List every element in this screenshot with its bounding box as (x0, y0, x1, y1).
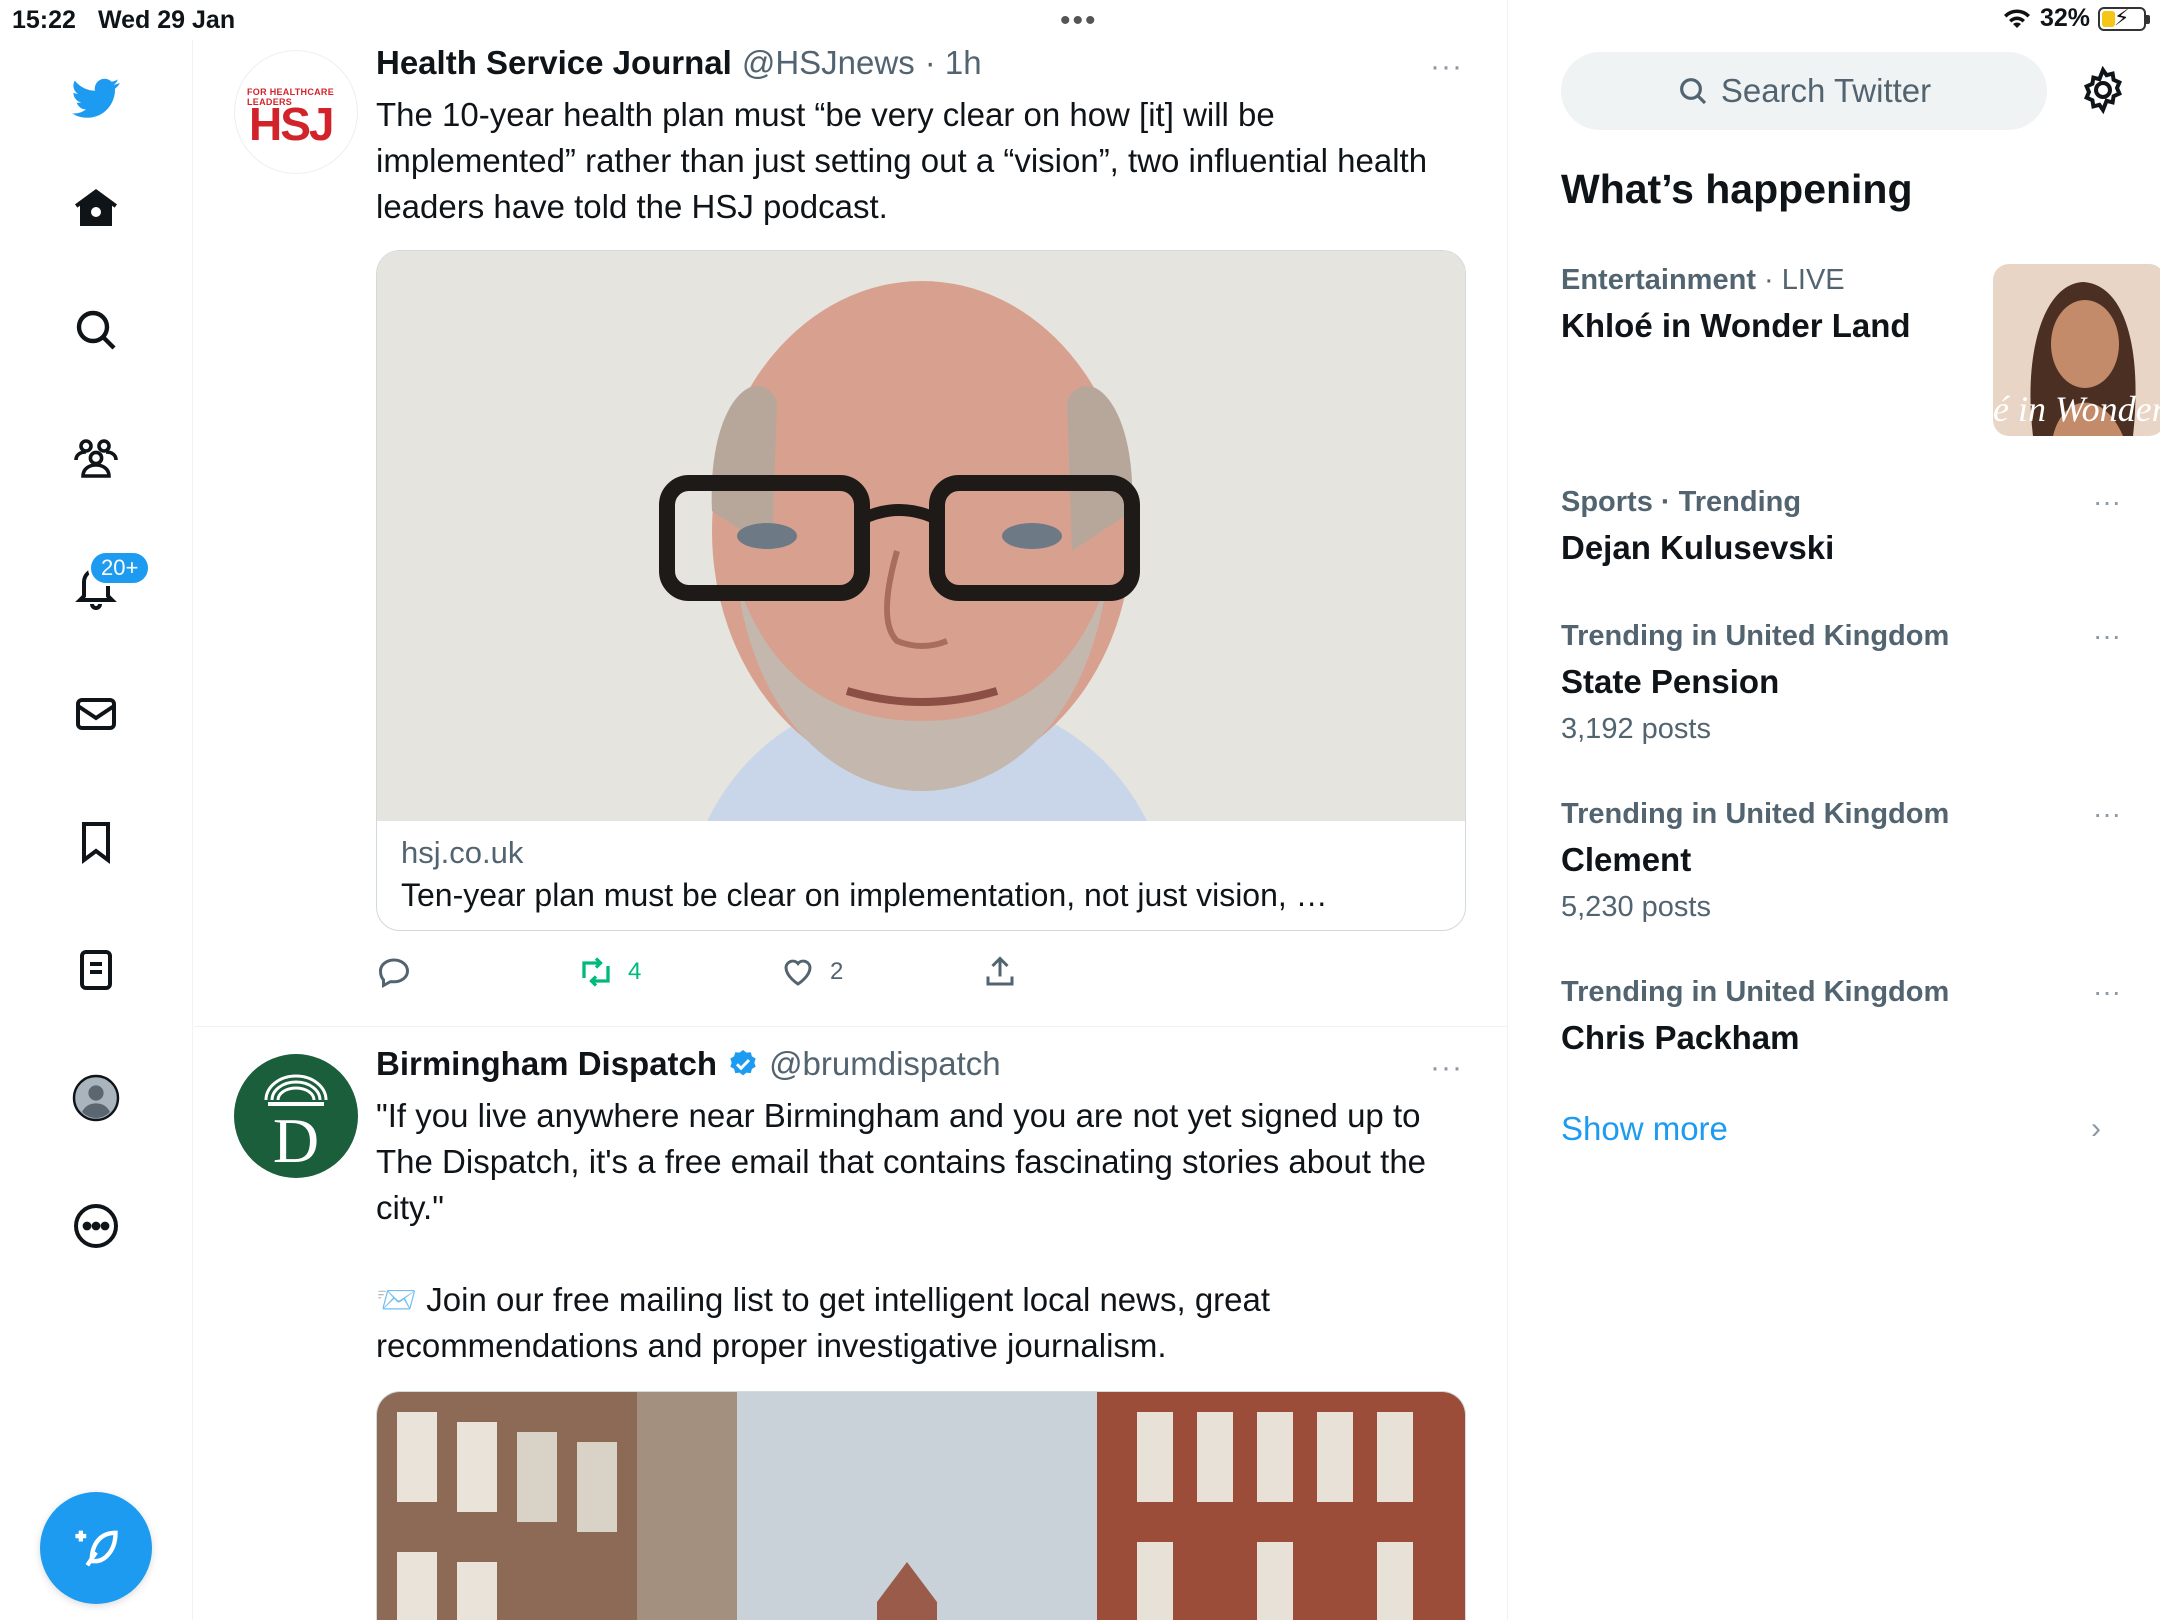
trend-more-button[interactable]: ··· (2093, 486, 2121, 518)
lists-icon[interactable] (64, 938, 128, 1002)
trend-context: Trending in United Kingdom (1561, 976, 1950, 1008)
right-sidebar: Search Twitter What’s happening Entertai… (1509, 0, 2160, 1620)
tweet-actions: 4 2 (376, 954, 1466, 998)
tweet-photo[interactable] (376, 1391, 1466, 1620)
explore-search-icon[interactable] (64, 298, 128, 362)
search-twitter-input[interactable]: Search Twitter (1561, 52, 2047, 130)
trend-post-count: 5,230 posts (1561, 891, 1711, 923)
author-handle[interactable]: @brumdispatch (769, 1045, 1001, 1083)
share-upload-icon (986, 956, 1014, 986)
trend-item[interactable]: Trending in United Kingdom State Pension… (1561, 620, 2121, 746)
trend-more-button[interactable]: ··· (2093, 620, 2121, 652)
show-more-link[interactable]: Show more (1561, 1110, 1728, 1148)
tweet-more-button[interactable]: ··· (1430, 50, 1463, 84)
tweet-time[interactable]: · 1h (925, 44, 982, 82)
trend-item[interactable]: Trending in United Kingdom Clement 5,230… (1561, 798, 2121, 924)
tweet-text-quote: "If you live anywhere near Birmingham an… (376, 1097, 1427, 1226)
trend-name: Clement (1561, 841, 1692, 878)
retweet-button[interactable]: 4 (578, 954, 641, 990)
street-photo (377, 1392, 1465, 1620)
verified-badge-icon (730, 1050, 756, 1076)
trend-post-count: 3,192 posts (1561, 713, 1711, 745)
trend-more-button[interactable]: ··· (2093, 798, 2121, 830)
like-button[interactable]: 2 (780, 954, 843, 990)
tweet[interactable]: D Birmingham Dispatch @brumdispatch ··· … (194, 1027, 1507, 1620)
trend-category: Entertainment (1561, 264, 1756, 296)
trend-context: Trending in United Kingdom (1561, 620, 1950, 652)
bookmarks-icon[interactable] (64, 810, 128, 874)
trend-context: Trending in United Kingdom (1561, 798, 1950, 830)
author-name[interactable]: Health Service Journal (376, 44, 732, 82)
link-card-title: Ten-year plan must be clear on implement… (401, 877, 1328, 913)
author-handle[interactable]: @HSJnews (742, 44, 915, 82)
twitter-logo-icon[interactable] (64, 66, 128, 130)
tweet-header: Health Service Journal @HSJnews · 1h (376, 44, 982, 82)
status-time: 15:22 (12, 6, 76, 34)
settings-gear-icon[interactable] (2079, 66, 2127, 114)
trend-item[interactable]: Entertainment · LIVE Khloé in Wonder Lan… (1561, 264, 2160, 440)
birmingham-dispatch-avatar[interactable]: D (234, 1054, 358, 1178)
author-name[interactable]: Birmingham Dispatch (376, 1045, 717, 1083)
trend-context: Sports · Trending (1561, 486, 1802, 518)
trend-name: Dejan Kulusevski (1561, 529, 1835, 566)
messages-envelope-icon[interactable] (64, 682, 128, 746)
share-button[interactable] (982, 954, 1018, 990)
retweet-count: 4 (628, 958, 642, 985)
home-icon[interactable] (64, 176, 128, 240)
like-count: 2 (830, 958, 844, 985)
compose-tweet-button[interactable] (40, 1492, 152, 1604)
chevron-right-icon: › (2091, 1112, 2101, 1145)
link-card-meta: hsj.co.uk Ten-year plan must be clear on… (377, 821, 1465, 930)
tweet-text: The 10-year health plan must “be very cl… (376, 96, 1428, 225)
trend-name: Chris Packham (1561, 1019, 1800, 1056)
trend-item[interactable]: Sports · Trending Dejan Kulusevski ··· (1561, 486, 2121, 567)
trend-name: State Pension (1561, 663, 1780, 700)
reply-bubble-icon (378, 958, 410, 989)
link-card[interactable]: hsj.co.uk Ten-year plan must be clear on… (376, 250, 1466, 931)
link-card-domain: hsj.co.uk (401, 835, 524, 870)
heart-icon (784, 959, 812, 986)
profile-avatar-icon[interactable] (64, 1066, 128, 1130)
left-navigation: 20+ (0, 40, 193, 1620)
communities-icon[interactable] (64, 426, 128, 490)
reply-button[interactable] (376, 954, 412, 990)
trend-live-label: · LIVE (1764, 264, 1845, 296)
more-options-icon[interactable] (64, 1194, 128, 1258)
dispatch-logo-letter: D (272, 1105, 320, 1176)
tweet-text-cta: 📨 Join our free mailing list to get inte… (376, 1281, 1271, 1364)
whats-happening-title: What’s happening (1561, 166, 1913, 212)
trend-more-button[interactable]: ··· (2093, 976, 2121, 1008)
search-icon (1679, 78, 1706, 105)
notifications-badge: 20+ (88, 550, 152, 586)
search-placeholder: Search Twitter (1720, 72, 1932, 109)
trend-thumbnail: é in Wonder l (1993, 264, 2160, 436)
tweet-header: Birmingham Dispatch @brumdispatch (376, 1045, 1001, 1083)
portrait-photo (377, 251, 1465, 821)
hsj-avatar[interactable]: FOR HEALTHCARE LEADERS HSJ (234, 50, 358, 174)
trend-thumbnail-caption: é in Wonder l (1993, 389, 2160, 429)
retweet-icon (582, 957, 610, 987)
hsj-logo-text: HSJ (249, 98, 334, 150)
tweet-more-button[interactable]: ··· (1430, 1051, 1463, 1085)
timeline-feed: FOR HEALTHCARE LEADERS HSJ Health Servic… (194, 0, 1508, 1620)
feather-plus-icon (75, 1530, 118, 1567)
link-card-image (377, 251, 1465, 821)
tweet[interactable]: FOR HEALTHCARE LEADERS HSJ Health Servic… (194, 0, 1507, 1026)
trend-item[interactable]: Trending in United Kingdom Chris Packham… (1561, 976, 2121, 1057)
